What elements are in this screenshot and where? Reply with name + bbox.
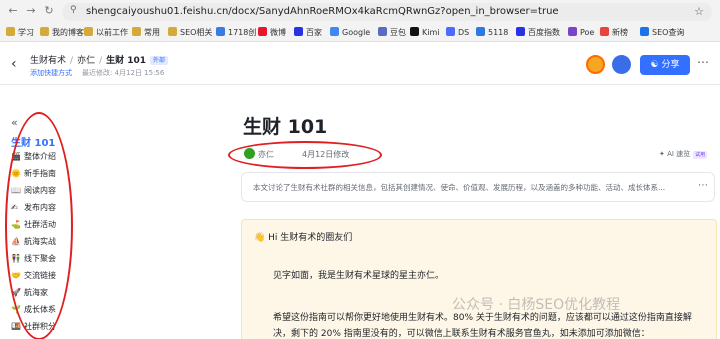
collapse-sidebar-icon[interactable]: «	[11, 116, 18, 129]
doc-meta: 亦仁 4月12日修改	[244, 148, 349, 162]
sidebar-item[interactable]: 🤝 交流链接	[11, 269, 56, 283]
breadcrumb: 生财有术 / 亦仁 / 生财 101 外部	[30, 53, 169, 66]
avatar[interactable]	[612, 55, 631, 74]
more-options-icon[interactable]: ⋯	[697, 55, 709, 69]
bookmark-folder[interactable]: SEO相关	[168, 27, 212, 39]
doc-header: ‹ 生财有术 / 亦仁 / 生财 101 外部 添加快捷方式 最近修改: 4月12日 15:…	[0, 43, 720, 85]
bookmark-link[interactable]: Google	[330, 27, 370, 39]
sidebar-item[interactable]: ✍ 发布内容	[11, 201, 56, 215]
add-shortcut-link[interactable]: 添加快捷方式	[30, 69, 72, 77]
summary-more-icon[interactable]: ⋯	[698, 180, 708, 191]
sidebar-title[interactable]: 生财 101	[11, 134, 55, 149]
bookmark-star-icon[interactable]: ☆	[694, 5, 704, 18]
ai-summary-button[interactable]: ✦ AI 速览 试用	[659, 149, 708, 159]
url-text: shengcaiyoushu01.feishu.cn/docx/SanydAhn…	[86, 6, 559, 17]
browser-address-row: ← → ↻ ⚲ shengcaiyoushu01.feishu.cn/docx/…	[0, 0, 720, 24]
bookmark-link[interactable]: SEO查询	[640, 27, 684, 39]
header-subline: 添加快捷方式 最近修改: 4月12日 15:56	[30, 68, 164, 78]
sidebar-item[interactable]: 📖 阅读内容	[11, 184, 56, 198]
bookmark-folder[interactable]: 以前工作	[84, 27, 128, 39]
sidebar-item[interactable]: 🍱 社群积分	[11, 320, 56, 334]
bookmark-link[interactable]: 百度指数	[516, 27, 560, 39]
sidebar-item[interactable]: 🎬 整体介绍	[11, 150, 56, 164]
url-bar[interactable]: ⚲ shengcaiyoushu01.feishu.cn/docx/SanydA…	[62, 3, 712, 21]
breadcrumb-item[interactable]: 生财有术	[30, 56, 66, 66]
avatar[interactable]	[586, 55, 605, 74]
sidebar-item[interactable]: 🚀 航海家	[11, 286, 48, 300]
ai-summary-box[interactable]: 本文讨论了生财有术社群的相关信息，包括其创建情况、使命、价值观、发展历程，以及涵…	[241, 172, 715, 202]
sidebar-item[interactable]: 🌞 新手指南	[11, 167, 56, 181]
callout-paragraph: 见字如面，我是生财有术星球的星主亦仁。	[273, 271, 445, 281]
back-arrow-icon[interactable]: ←	[6, 4, 20, 18]
breadcrumb-current: 生财 101	[106, 56, 147, 66]
bookmarks-bar: 学习 我的博客 以前工作 常用 SEO相关 1718创 微博 百家 Google…	[0, 24, 720, 42]
bookmark-folder[interactable]: 学习	[6, 27, 34, 39]
sidebar-item[interactable]: 👫 线下聚会	[11, 252, 56, 266]
sidebar-item[interactable]: 🌱 成长体系	[11, 303, 56, 317]
trial-badge: 试用	[693, 151, 708, 159]
bookmark-folder[interactable]: 我的博客	[40, 27, 84, 39]
callout-title: 👋 Hi 生财有术的圈友们	[254, 233, 353, 243]
bookmark-link[interactable]: 5118	[476, 27, 508, 39]
bookmark-link[interactable]: Kimi	[410, 27, 439, 39]
callout-paragraph: 希望这份指南可以帮你更好地使用生财有术。80% 关于生财有术的问题，应该都可以通…	[273, 313, 692, 323]
breadcrumb-item[interactable]: 亦仁	[77, 56, 95, 66]
bookmark-link[interactable]: 新榜	[600, 27, 628, 39]
share-button[interactable]: ☯ 分享	[640, 55, 690, 75]
bookmark-link[interactable]: 百家	[294, 27, 322, 39]
modified-date: 4月12日修改	[302, 150, 350, 159]
back-chevron-icon[interactable]: ‹	[11, 56, 17, 72]
wave-icon: 👋	[254, 233, 266, 243]
forward-arrow-icon[interactable]: →	[24, 4, 38, 18]
bookmark-link[interactable]: DS	[446, 27, 469, 39]
reload-icon[interactable]: ↻	[42, 4, 56, 18]
doc-title: 生财 101	[243, 116, 328, 138]
bookmark-link[interactable]: Poe	[568, 27, 594, 39]
page: ← → ↻ ⚲ shengcaiyoushu01.feishu.cn/docx/…	[0, 0, 720, 339]
bookmark-folder[interactable]: 常用	[132, 27, 160, 39]
sidebar-item[interactable]: ⛵ 航海实战	[11, 235, 56, 249]
bookmark-link[interactable]: 豆包	[378, 27, 406, 39]
bookmark-link[interactable]: 1718创	[216, 27, 256, 39]
author-name[interactable]: 亦仁	[258, 150, 274, 159]
summary-text: 本文讨论了生财有术社群的相关信息，包括其创建情况、使命、价值观、发展历程，以及涵…	[253, 183, 666, 192]
sidebar-item[interactable]: ⛳ 社群活动	[11, 218, 56, 232]
callout-paragraph: 决，剩下的 20% 指南里没有的，可以微信上联系生财有术服务官鱼丸，如未添加可添…	[273, 329, 650, 339]
last-modified-text: 最近修改: 4月12日 15:56	[82, 69, 165, 77]
bookmark-link[interactable]: 微博	[258, 27, 286, 39]
author-avatar[interactable]	[244, 148, 255, 159]
external-badge: 外部	[150, 56, 169, 65]
site-info-icon[interactable]: ⚲	[70, 5, 77, 15]
callout-block: 👋 Hi 生财有术的圈友们 见字如面，我是生财有术星球的星主亦仁。 希望这份指南…	[241, 219, 717, 339]
